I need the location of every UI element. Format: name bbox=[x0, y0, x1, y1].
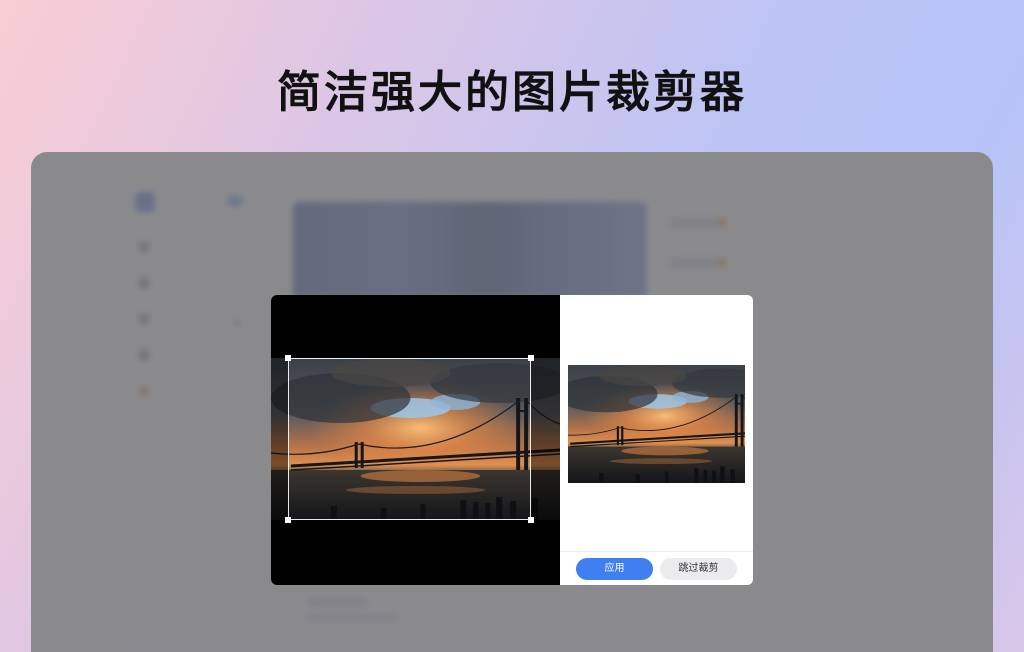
crop-preview-image bbox=[568, 365, 745, 483]
page-headline: 简洁强大的图片裁剪器 bbox=[277, 67, 747, 118]
crop-selection-box[interactable] bbox=[285, 355, 534, 523]
crop-canvas bbox=[271, 295, 560, 585]
crop-dialog: 应用 跳过裁剪 bbox=[271, 295, 753, 585]
crop-handle-top-left[interactable] bbox=[285, 355, 291, 361]
crop-mask-right bbox=[531, 358, 560, 520]
crop-handle-top-right[interactable] bbox=[528, 355, 534, 361]
skip-crop-button[interactable]: 跳过裁剪 bbox=[660, 558, 737, 580]
crop-preview-panel: 应用 跳过裁剪 bbox=[560, 295, 753, 585]
crop-mask-left bbox=[271, 358, 288, 520]
dialog-footer-divider bbox=[560, 551, 753, 552]
crop-handle-bottom-right[interactable] bbox=[528, 517, 534, 523]
crop-handle-bottom-left[interactable] bbox=[285, 517, 291, 523]
apply-button[interactable]: 应用 bbox=[576, 558, 653, 580]
